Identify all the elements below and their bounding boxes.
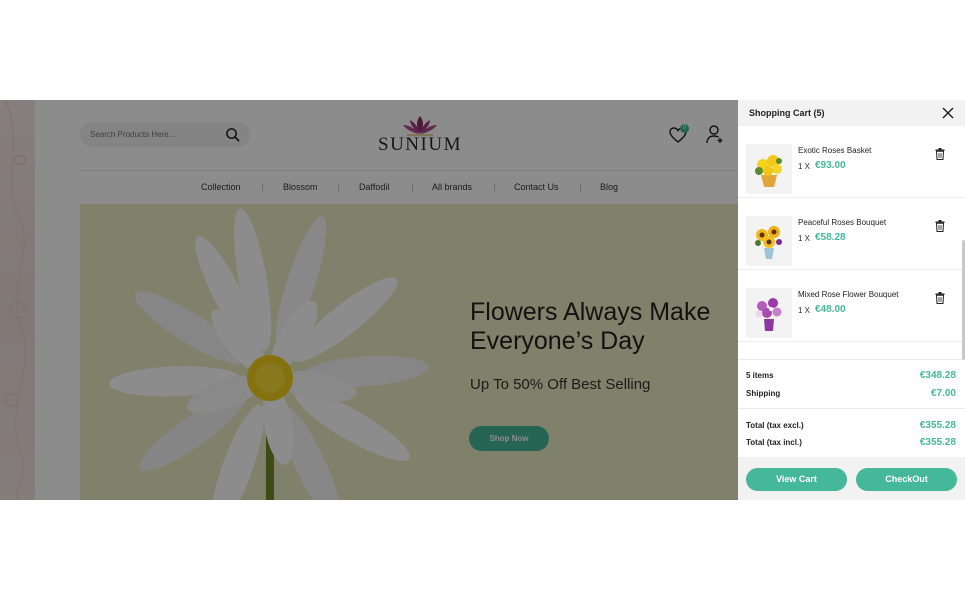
summary-total-incl-label: Total (tax incl.)	[746, 438, 802, 447]
cart-item-qty: 1 X	[798, 306, 811, 315]
cart-item-qty: 1 X	[798, 234, 811, 243]
summary-items-row: 5 items €348.28	[746, 370, 956, 381]
summary-shipping-label: Shipping	[746, 389, 781, 398]
product-thumbnail[interactable]	[746, 288, 792, 338]
mixed-rose-bouquet-image	[755, 298, 782, 331]
summary-total-excl-value: €355.28	[919, 420, 956, 431]
summary-total-incl-row: Total (tax incl.) €355.28	[746, 437, 956, 448]
view-cart-button[interactable]: View Cart	[746, 468, 847, 491]
cart-header: Shopping Cart (5)	[738, 100, 965, 126]
sunflower-bouquet-image	[755, 226, 782, 259]
store-page: SUNIUM 0 Collection Blossom Daffo	[0, 100, 738, 500]
summary-total-excl-row: Total (tax excl.) €355.28	[746, 420, 956, 431]
summary-items-label: 5 items	[746, 371, 774, 380]
cart-item-price: €58.28	[815, 232, 846, 243]
modal-backdrop[interactable]	[0, 100, 738, 500]
cart-panel: Shopping Cart (5) Exotic Roses Basket 1 …	[738, 100, 965, 500]
cart-item-price: €48.00	[815, 304, 846, 315]
summary-items-value: €348.28	[919, 370, 956, 381]
cart-item-qty: 1 X	[798, 162, 811, 171]
checkout-button[interactable]: CheckOut	[856, 468, 957, 491]
trash-icon[interactable]	[935, 220, 945, 232]
product-thumbnail[interactable]	[746, 216, 792, 266]
summary-total-excl-label: Total (tax excl.)	[746, 421, 804, 430]
cart-title: Shopping Cart (5)	[749, 108, 825, 118]
summary-shipping-value: €7.00	[930, 388, 956, 399]
product-thumbnail[interactable]	[746, 144, 792, 194]
cart-item: Mixed Rose Flower Bouquet 1 X €48.00	[738, 270, 965, 342]
summary-divider	[738, 359, 965, 360]
trash-icon[interactable]	[935, 292, 945, 304]
summary-shipping-row: Shipping €7.00	[746, 388, 956, 399]
cart-actions: View Cart CheckOut	[738, 457, 965, 500]
cart-item: Peaceful Roses Bouquet 1 X €58.28	[738, 198, 965, 270]
trash-icon[interactable]	[935, 148, 945, 160]
cart-item: Exotic Roses Basket 1 X €93.00	[738, 126, 965, 198]
yellow-roses-image	[755, 155, 782, 187]
cart-item-price: €93.00	[815, 160, 846, 171]
cart-item-name[interactable]: Peaceful Roses Bouquet	[798, 218, 886, 227]
close-icon[interactable]	[941, 106, 955, 120]
cart-item-name[interactable]: Exotic Roses Basket	[798, 146, 871, 155]
summary-total-incl-value: €355.28	[919, 437, 956, 448]
browser-viewport: SUNIUM 0 Collection Blossom Daffo	[0, 100, 965, 500]
summary-divider	[738, 408, 965, 409]
cart-item-name[interactable]: Mixed Rose Flower Bouquet	[798, 290, 899, 299]
